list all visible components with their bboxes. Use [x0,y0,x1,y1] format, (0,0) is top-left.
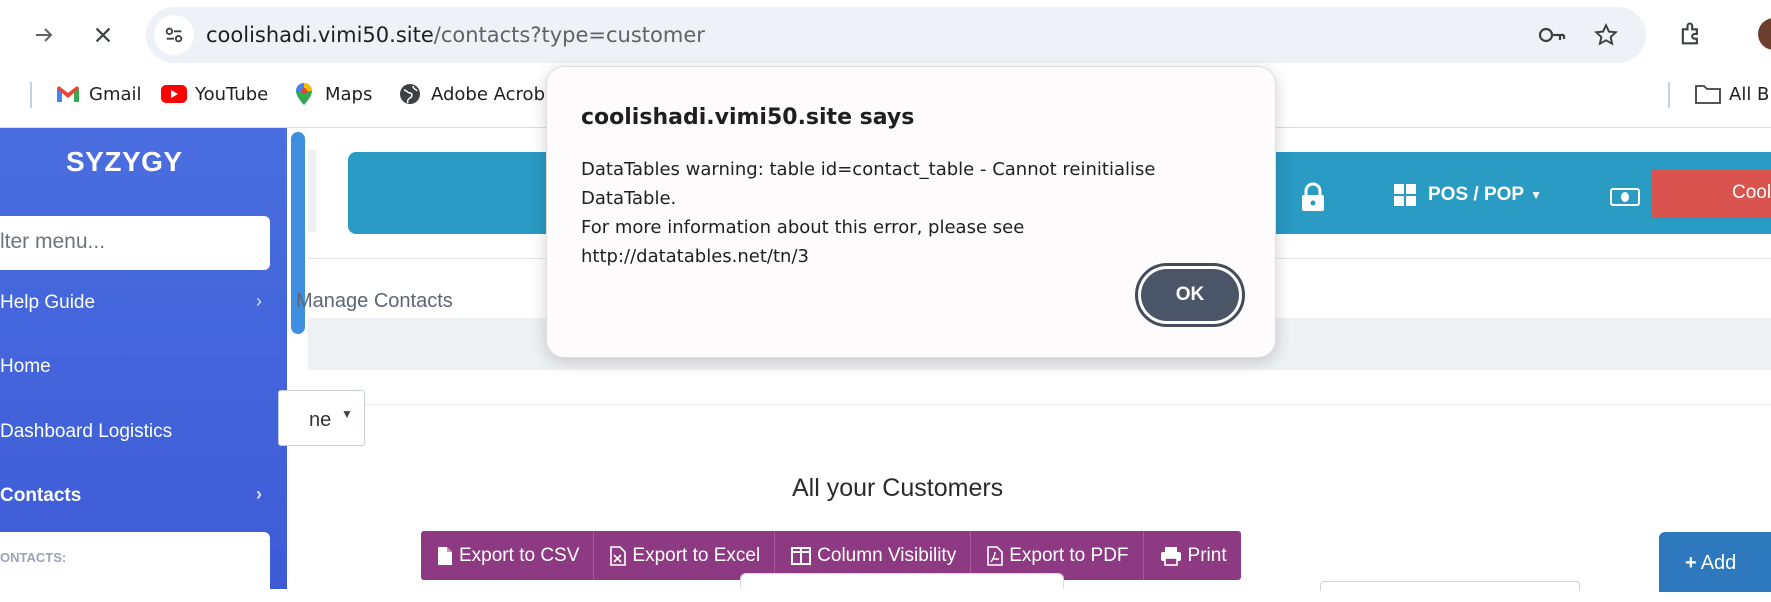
bookmark-label: Adobe Acroba [431,83,557,105]
stop-loading-icon[interactable] [86,18,120,52]
button-label: Export to Excel [632,544,761,566]
printer-icon [1160,546,1182,566]
plus-icon: + [1685,552,1697,574]
dialog-message: DataTables warning: table id=contact_tab… [581,155,1241,271]
apps-icon[interactable] [0,82,6,104]
bookmark-star-icon[interactable] [1592,21,1620,49]
sidebar-item-label: Dashboard Logistics [0,421,173,442]
file-icon [437,546,453,566]
lock-icon[interactable] [1300,182,1326,217]
table-search-input[interactable] [1320,581,1580,591]
chevron-right-icon: › [256,484,262,504]
sidebar: SYZYGY lter menu... Help Guide › Home Da… [0,128,287,602]
url-text: coolishadi.vimi50.site/contacts?type=cus… [206,23,705,47]
print-button[interactable]: Print [1144,531,1241,580]
bookmark-label: YouTube [195,83,269,105]
profile-avatar[interactable] [1758,18,1771,50]
password-key-icon[interactable] [1538,21,1566,49]
filter-select[interactable]: ne ▼ [278,390,365,446]
dialog-message-line: DataTables warning: table id=contact_tab… [581,159,1156,209]
table-length-control[interactable] [740,573,1064,589]
section-title: All your Customers [792,474,1004,502]
folder-icon [1695,82,1721,106]
bookmark-gmail[interactable]: Gmail [55,82,142,106]
cool-button[interactable]: Cool [1652,170,1771,218]
select-value: ne [309,409,332,431]
extensions-icon[interactable] [1675,18,1707,50]
button-label: Print [1187,544,1227,566]
gmail-icon [55,82,81,106]
export-csv-button[interactable]: Export to CSV [421,531,595,580]
button-label: Column Visibility [817,544,957,566]
url-path: /contacts?type=customer [433,23,705,47]
sidebar-item-dashboard-logistics[interactable]: Dashboard Logistics [0,412,287,452]
contacts-submenu: ONTACTS: [0,532,270,602]
add-button-label: Add [1700,552,1737,574]
bookmark-separator [1668,82,1670,108]
url-host: coolishadi.vimi50.site [206,23,434,47]
divider [308,404,1771,405]
caret-down-icon: ▼ [1530,188,1542,202]
youtube-icon [161,82,187,106]
dialog-title: coolishadi.vimi50.site says [581,105,915,130]
sidebar-item-home[interactable]: Home [0,347,287,387]
forward-icon[interactable] [27,18,61,52]
header-left-stub [308,150,316,232]
site-info-icon[interactable] [154,15,194,55]
globe-icon [397,82,423,106]
add-contact-button[interactable]: + Add [1659,532,1771,592]
caret-down-icon: ▼ [341,407,353,421]
button-label: Export to CSV [459,544,580,566]
sidebar-item-help-guide[interactable]: Help Guide › [0,283,287,323]
pos-pop-dropdown[interactable]: POS / POP ▼ [1394,184,1542,206]
filter-menu-input[interactable]: lter menu... [0,216,270,270]
alert-dialog: coolishadi.vimi50.site says DataTables w… [546,66,1276,358]
grid-icon [1394,184,1416,206]
bookmark-youtube[interactable]: YouTube [161,82,268,106]
bookmark-label: All B [1729,83,1770,105]
bookmark-label: Maps [325,83,373,105]
file-pdf-icon [987,545,1004,566]
chevron-right-icon: › [256,291,262,311]
bookmark-all-bookmarks[interactable]: All B [1695,82,1769,106]
dialog-ok-button[interactable]: OK [1135,263,1245,327]
bookmark-label: Gmail [89,83,142,105]
sidebar-item-label: Contacts [0,485,82,506]
maps-icon [291,82,317,106]
button-label: Export to PDF [1009,544,1129,566]
sidebar-item-label: Home [0,356,51,377]
ok-label: OK [1141,269,1239,321]
address-bar[interactable]: coolishadi.vimi50.site/contacts?type=cus… [146,7,1646,63]
bookmark-separator [30,82,32,108]
dialog-message-line: For more information about this error, p… [581,217,1025,267]
submenu-header: ONTACTS: [0,550,67,565]
bookmark-adobe[interactable]: Adobe Acroba [397,82,556,106]
bookmark-maps[interactable]: Maps [291,82,372,106]
page-title: Manage Contacts [296,290,453,312]
brand-name: SYZYGY [66,146,183,177]
sidebar-item-label: Help Guide [0,292,96,313]
file-excel-icon [610,545,627,566]
columns-icon [791,546,812,565]
sidebar-item-contacts[interactable]: Contacts › [0,476,287,516]
pos-pop-label: POS / POP [1428,184,1525,205]
cash-icon[interactable] [1610,188,1640,211]
